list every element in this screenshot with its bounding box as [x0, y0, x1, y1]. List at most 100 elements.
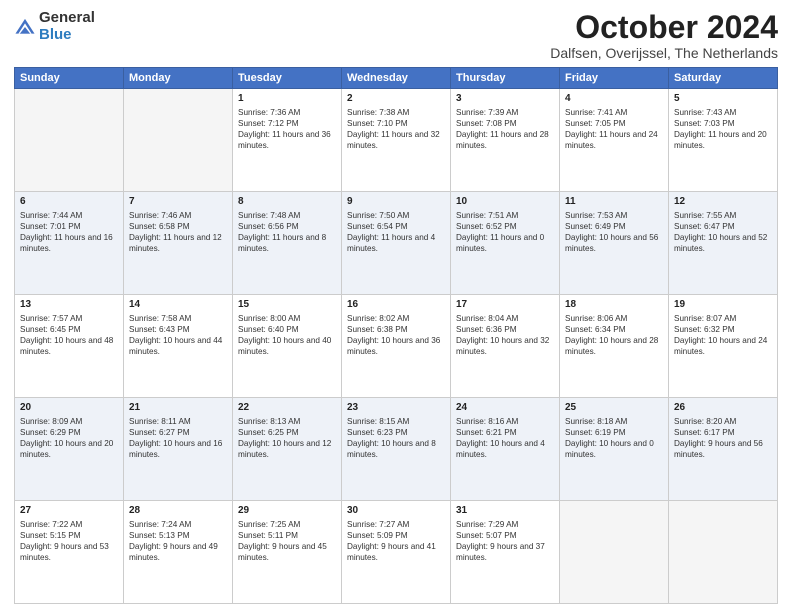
day-number: 15: [238, 298, 336, 312]
day-info: Sunrise: 7:57 AMSunset: 6:45 PMDaylight:…: [20, 313, 118, 357]
table-row: 25Sunrise: 8:18 AMSunset: 6:19 PMDayligh…: [560, 398, 669, 501]
table-row: 30Sunrise: 7:27 AMSunset: 5:09 PMDayligh…: [342, 501, 451, 604]
day-number: 23: [347, 401, 445, 415]
day-info: Sunrise: 7:38 AMSunset: 7:10 PMDaylight:…: [347, 107, 445, 151]
day-number: 17: [456, 298, 554, 312]
logo-general-text: General: [39, 10, 95, 27]
header-monday: Monday: [124, 68, 233, 89]
location-title: Dalfsen, Overijssel, The Netherlands: [550, 45, 778, 61]
table-row: 29Sunrise: 7:25 AMSunset: 5:11 PMDayligh…: [233, 501, 342, 604]
day-info: Sunrise: 7:48 AMSunset: 6:56 PMDaylight:…: [238, 210, 336, 254]
table-row: 21Sunrise: 8:11 AMSunset: 6:27 PMDayligh…: [124, 398, 233, 501]
table-row: 10Sunrise: 7:51 AMSunset: 6:52 PMDayligh…: [451, 192, 560, 295]
day-info: Sunrise: 8:16 AMSunset: 6:21 PMDaylight:…: [456, 416, 554, 460]
page: General Blue October 2024 Dalfsen, Overi…: [0, 0, 792, 612]
month-title: October 2024: [550, 10, 778, 45]
day-number: 31: [456, 504, 554, 518]
day-info: Sunrise: 8:13 AMSunset: 6:25 PMDaylight:…: [238, 416, 336, 460]
header: General Blue October 2024 Dalfsen, Overi…: [14, 10, 778, 61]
day-number: 19: [674, 298, 772, 312]
logo-blue-text: Blue: [39, 27, 95, 44]
day-number: 29: [238, 504, 336, 518]
day-info: Sunrise: 7:58 AMSunset: 6:43 PMDaylight:…: [129, 313, 227, 357]
day-info: Sunrise: 7:25 AMSunset: 5:11 PMDaylight:…: [238, 519, 336, 563]
table-row: 14Sunrise: 7:58 AMSunset: 6:43 PMDayligh…: [124, 295, 233, 398]
day-info: Sunrise: 7:46 AMSunset: 6:58 PMDaylight:…: [129, 210, 227, 254]
header-thursday: Thursday: [451, 68, 560, 89]
header-saturday: Saturday: [669, 68, 778, 89]
table-row: 23Sunrise: 8:15 AMSunset: 6:23 PMDayligh…: [342, 398, 451, 501]
table-row: 4Sunrise: 7:41 AMSunset: 7:05 PMDaylight…: [560, 89, 669, 192]
day-info: Sunrise: 7:27 AMSunset: 5:09 PMDaylight:…: [347, 519, 445, 563]
calendar-week-row: 1Sunrise: 7:36 AMSunset: 7:12 PMDaylight…: [15, 89, 778, 192]
day-info: Sunrise: 8:07 AMSunset: 6:32 PMDaylight:…: [674, 313, 772, 357]
day-number: 6: [20, 195, 118, 209]
day-number: 5: [674, 92, 772, 106]
day-info: Sunrise: 7:55 AMSunset: 6:47 PMDaylight:…: [674, 210, 772, 254]
day-number: 27: [20, 504, 118, 518]
day-number: 30: [347, 504, 445, 518]
table-row: 31Sunrise: 7:29 AMSunset: 5:07 PMDayligh…: [451, 501, 560, 604]
day-number: 8: [238, 195, 336, 209]
title-block: October 2024 Dalfsen, Overijssel, The Ne…: [550, 10, 778, 61]
table-row: [560, 501, 669, 604]
day-number: 10: [456, 195, 554, 209]
day-info: Sunrise: 8:15 AMSunset: 6:23 PMDaylight:…: [347, 416, 445, 460]
day-number: 28: [129, 504, 227, 518]
header-friday: Friday: [560, 68, 669, 89]
table-row: 8Sunrise: 7:48 AMSunset: 6:56 PMDaylight…: [233, 192, 342, 295]
day-info: Sunrise: 7:53 AMSunset: 6:49 PMDaylight:…: [565, 210, 663, 254]
table-row: 2Sunrise: 7:38 AMSunset: 7:10 PMDaylight…: [342, 89, 451, 192]
table-row: 20Sunrise: 8:09 AMSunset: 6:29 PMDayligh…: [15, 398, 124, 501]
day-info: Sunrise: 8:06 AMSunset: 6:34 PMDaylight:…: [565, 313, 663, 357]
day-info: Sunrise: 8:04 AMSunset: 6:36 PMDaylight:…: [456, 313, 554, 357]
day-number: 9: [347, 195, 445, 209]
day-info: Sunrise: 8:18 AMSunset: 6:19 PMDaylight:…: [565, 416, 663, 460]
calendar-week-row: 13Sunrise: 7:57 AMSunset: 6:45 PMDayligh…: [15, 295, 778, 398]
calendar-week-row: 20Sunrise: 8:09 AMSunset: 6:29 PMDayligh…: [15, 398, 778, 501]
day-number: 16: [347, 298, 445, 312]
day-info: Sunrise: 7:22 AMSunset: 5:15 PMDaylight:…: [20, 519, 118, 563]
table-row: 26Sunrise: 8:20 AMSunset: 6:17 PMDayligh…: [669, 398, 778, 501]
day-info: Sunrise: 7:50 AMSunset: 6:54 PMDaylight:…: [347, 210, 445, 254]
day-info: Sunrise: 7:43 AMSunset: 7:03 PMDaylight:…: [674, 107, 772, 151]
table-row: 22Sunrise: 8:13 AMSunset: 6:25 PMDayligh…: [233, 398, 342, 501]
table-row: [124, 89, 233, 192]
table-row: 6Sunrise: 7:44 AMSunset: 7:01 PMDaylight…: [15, 192, 124, 295]
day-info: Sunrise: 8:09 AMSunset: 6:29 PMDaylight:…: [20, 416, 118, 460]
day-info: Sunrise: 7:41 AMSunset: 7:05 PMDaylight:…: [565, 107, 663, 151]
header-wednesday: Wednesday: [342, 68, 451, 89]
table-row: 5Sunrise: 7:43 AMSunset: 7:03 PMDaylight…: [669, 89, 778, 192]
table-row: [15, 89, 124, 192]
calendar-table: Sunday Monday Tuesday Wednesday Thursday…: [14, 67, 778, 604]
table-row: 9Sunrise: 7:50 AMSunset: 6:54 PMDaylight…: [342, 192, 451, 295]
day-info: Sunrise: 7:44 AMSunset: 7:01 PMDaylight:…: [20, 210, 118, 254]
table-row: 16Sunrise: 8:02 AMSunset: 6:38 PMDayligh…: [342, 295, 451, 398]
day-info: Sunrise: 8:20 AMSunset: 6:17 PMDaylight:…: [674, 416, 772, 460]
table-row: 13Sunrise: 7:57 AMSunset: 6:45 PMDayligh…: [15, 295, 124, 398]
table-row: [669, 501, 778, 604]
day-info: Sunrise: 8:00 AMSunset: 6:40 PMDaylight:…: [238, 313, 336, 357]
logo-icon: [14, 16, 36, 38]
table-row: 19Sunrise: 8:07 AMSunset: 6:32 PMDayligh…: [669, 295, 778, 398]
day-number: 22: [238, 401, 336, 415]
table-row: 18Sunrise: 8:06 AMSunset: 6:34 PMDayligh…: [560, 295, 669, 398]
day-number: 25: [565, 401, 663, 415]
day-number: 20: [20, 401, 118, 415]
day-info: Sunrise: 7:39 AMSunset: 7:08 PMDaylight:…: [456, 107, 554, 151]
table-row: 3Sunrise: 7:39 AMSunset: 7:08 PMDaylight…: [451, 89, 560, 192]
table-row: 15Sunrise: 8:00 AMSunset: 6:40 PMDayligh…: [233, 295, 342, 398]
day-number: 24: [456, 401, 554, 415]
calendar-week-row: 27Sunrise: 7:22 AMSunset: 5:15 PMDayligh…: [15, 501, 778, 604]
calendar-header-row: Sunday Monday Tuesday Wednesday Thursday…: [15, 68, 778, 89]
day-info: Sunrise: 8:02 AMSunset: 6:38 PMDaylight:…: [347, 313, 445, 357]
table-row: 7Sunrise: 7:46 AMSunset: 6:58 PMDaylight…: [124, 192, 233, 295]
table-row: 28Sunrise: 7:24 AMSunset: 5:13 PMDayligh…: [124, 501, 233, 604]
header-tuesday: Tuesday: [233, 68, 342, 89]
day-number: 11: [565, 195, 663, 209]
day-number: 14: [129, 298, 227, 312]
day-number: 4: [565, 92, 663, 106]
day-number: 7: [129, 195, 227, 209]
day-number: 1: [238, 92, 336, 106]
day-info: Sunrise: 7:29 AMSunset: 5:07 PMDaylight:…: [456, 519, 554, 563]
